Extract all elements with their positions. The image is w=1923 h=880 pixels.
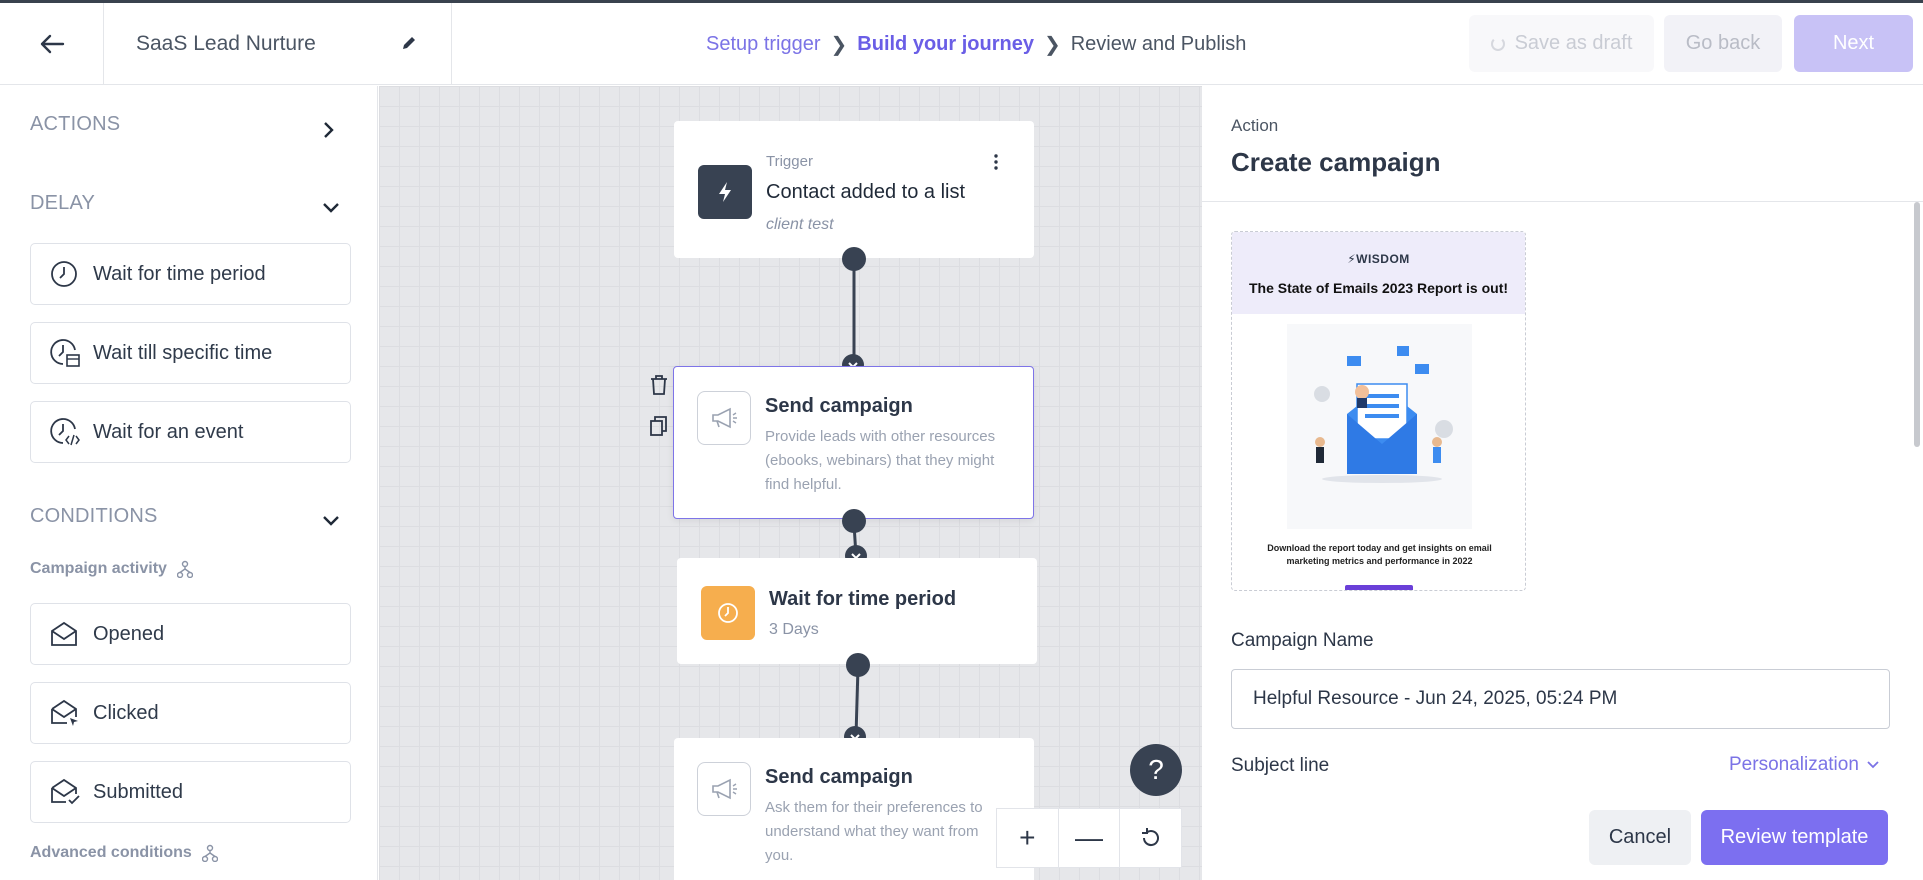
clock-icon: [701, 586, 755, 640]
branch-icon: [176, 560, 193, 578]
brand-logo: ⚡WISDOM: [1347, 252, 1410, 266]
conditions-section-header[interactable]: CONDITIONS: [30, 505, 158, 528]
component-sidebar: ACTIONS DELAY Wait for time period Wait …: [0, 86, 378, 880]
arrow-left-icon: [40, 34, 64, 54]
step-review-publish: Review and Publish: [1070, 33, 1247, 55]
node-subtitle: 3 Days: [769, 621, 819, 638]
chevron-right-icon: ❯: [1043, 34, 1061, 56]
subject-line-label: Subject line: [1231, 755, 1330, 776]
zoom-out-button[interactable]: —: [1059, 809, 1121, 867]
chevron-right-icon: ❯: [830, 34, 848, 56]
duplicate-icon[interactable]: [649, 415, 669, 437]
clock-code-icon: [49, 416, 81, 448]
preview-header: ⚡WISDOM The State of Emails 2023 Report …: [1232, 232, 1525, 314]
action-settings-panel: Action Create campaign ⚡WISDOM The State…: [1202, 86, 1923, 880]
sidebar-item-submitted[interactable]: Submitted: [30, 761, 351, 823]
envelope-click-icon: [49, 697, 81, 729]
sidebar-item-clicked[interactable]: Clicked: [30, 682, 351, 744]
sidebar-item-opened[interactable]: Opened: [30, 603, 351, 665]
preview-footer-text: Download the report today and get insigh…: [1267, 543, 1492, 566]
reset-zoom-button[interactable]: [1120, 809, 1181, 867]
node-title: Contact added to a list: [766, 181, 966, 203]
connector-handle[interactable]: [842, 509, 866, 533]
node-description: Ask them for their preferences to unders…: [765, 799, 983, 864]
preview-body: Download the report today and get insigh…: [1232, 314, 1525, 590]
preview-headline: The State of Emails 2023 Report is out!: [1248, 280, 1509, 296]
pencil-icon[interactable]: [401, 35, 417, 51]
step-build-journey[interactable]: Build your journey: [857, 33, 1034, 56]
loading-spinner-icon: [1490, 36, 1505, 51]
sidebar-item-wait-event[interactable]: Wait for an event: [30, 401, 351, 463]
panel-kind-label: Action: [1231, 116, 1279, 135]
panel-title: Create campaign: [1231, 147, 1441, 177]
chevron-down-icon: [1867, 761, 1879, 769]
node-subtitle: client test: [766, 216, 834, 233]
trigger-node[interactable]: Trigger Contact added to a list client t…: [674, 121, 1034, 258]
journey-canvas[interactable]: Trigger Contact added to a list client t…: [379, 86, 1202, 880]
wait-time-period-node[interactable]: Wait for time period 3 Days: [677, 558, 1037, 664]
branch-icon: [201, 844, 218, 862]
save-draft-button[interactable]: Save as draft: [1469, 15, 1654, 72]
cancel-button[interactable]: Cancel: [1589, 810, 1691, 865]
clock-calendar-icon: [49, 337, 81, 369]
actions-section-header[interactable]: ACTIONS: [30, 113, 120, 136]
delay-section-header[interactable]: DELAY: [30, 192, 95, 215]
zoom-in-button[interactable]: +: [997, 809, 1059, 867]
campaign-activity-subheader: Campaign activity: [30, 560, 193, 578]
journey-title: SaaS Lead Nurture: [136, 32, 316, 55]
personalization-dropdown[interactable]: Personalization: [1729, 754, 1879, 776]
go-back-button[interactable]: Go back: [1664, 15, 1782, 72]
megaphone-icon: [697, 762, 751, 816]
step-setup-trigger[interactable]: Setup trigger: [706, 33, 821, 56]
next-button[interactable]: Next: [1794, 15, 1913, 72]
send-campaign-node[interactable]: Send campaign Ask them for their prefere…: [674, 738, 1034, 880]
back-button[interactable]: [0, 3, 104, 85]
top-header: SaaS Lead Nurture Setup trigger ❯ Build …: [0, 3, 1923, 85]
envelope-check-icon: [49, 776, 81, 808]
app-window: SaaS Lead Nurture Setup trigger ❯ Build …: [0, 0, 1923, 880]
refresh-icon: [1141, 828, 1159, 847]
node-title: Send campaign: [765, 395, 913, 417]
sidebar-item-wait-time-period[interactable]: Wait for time period: [30, 243, 351, 305]
lightning-icon: [698, 165, 752, 219]
node-title: Send campaign: [765, 766, 913, 788]
connector-handle[interactable]: [842, 247, 866, 271]
more-vertical-icon[interactable]: [993, 153, 999, 171]
preview-cta-button: [1345, 585, 1413, 590]
send-campaign-node[interactable]: Send campaign Provide leads with other r…: [673, 366, 1034, 519]
journey-title-field[interactable]: SaaS Lead Nurture: [104, 3, 452, 85]
sidebar-item-wait-specific-time[interactable]: Wait till specific time: [30, 322, 351, 384]
envelope-illustration: [1287, 324, 1472, 529]
zoom-controls: + —: [996, 808, 1182, 868]
megaphone-icon: [697, 391, 751, 445]
node-description: Provide leads with other resources (eboo…: [765, 428, 996, 493]
advanced-conditions-subheader: Advanced conditions: [30, 844, 218, 862]
help-button[interactable]: ?: [1130, 744, 1182, 796]
campaign-name-label: Campaign Name: [1231, 630, 1374, 651]
envelope-open-icon: [49, 618, 81, 650]
review-template-button[interactable]: Review template: [1701, 810, 1888, 865]
connector-handle[interactable]: [846, 653, 870, 677]
node-title: Wait for time period: [769, 588, 957, 610]
stepper-breadcrumb: Setup trigger ❯ Build your journey ❯ Rev…: [706, 32, 1246, 57]
chevron-down-icon[interactable]: [322, 514, 340, 526]
panel-scrollbar[interactable]: [1914, 202, 1920, 447]
campaign-name-input[interactable]: Helpful Resource - Jun 24, 2025, 05:24 P…: [1231, 669, 1890, 729]
chevron-down-icon[interactable]: [322, 201, 340, 213]
trash-icon[interactable]: [649, 374, 669, 396]
panel-header: Action Create campaign: [1202, 86, 1923, 202]
email-template-preview[interactable]: ⚡WISDOM The State of Emails 2023 Report …: [1231, 231, 1526, 591]
chevron-right-icon[interactable]: [322, 121, 334, 139]
node-kind-label: Trigger: [766, 153, 813, 170]
clock-icon: [49, 258, 81, 290]
